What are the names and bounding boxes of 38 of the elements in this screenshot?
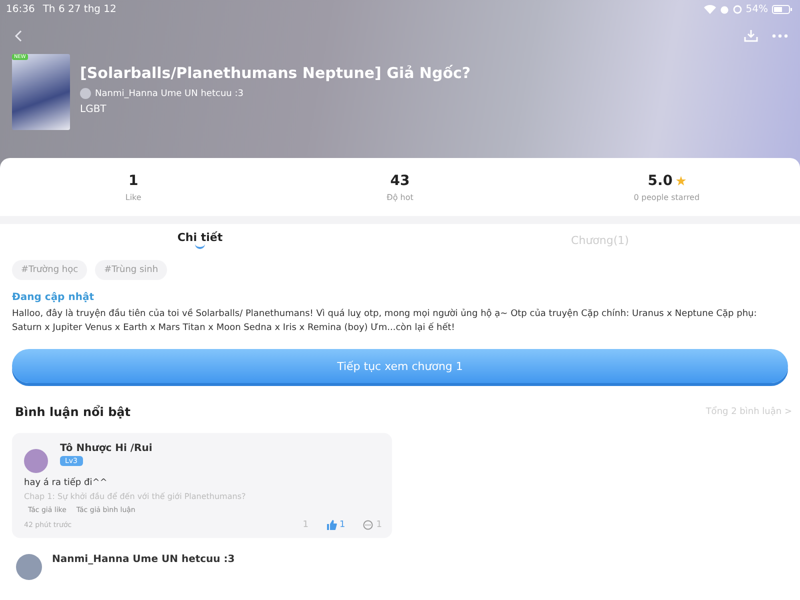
- download-icon[interactable]: [744, 30, 758, 42]
- comment-icon: [363, 520, 374, 530]
- author-avatar: [80, 88, 91, 99]
- lock-rotation-icon: [732, 4, 742, 14]
- tag[interactable]: #Trường học: [12, 260, 88, 280]
- status-time: 16:36: [6, 4, 35, 14]
- description-text: Halloo, đây là truyện đầu tiên của toi về Solarballs/ Planethumans! Vì quá luỵ otp, mong mọi người ủng hộ ạ~ Otp của truyện Cặp chính: Uranus x Neptune Cặp phụ: Saturn x Jupiter Venus x Earth x Mars Titan x Moon Sedna x Iris x Remina (boy) Ưm...còn lại ế hết!: [11, 307, 758, 335]
- count-text: 1: [302, 520, 309, 530]
- stat-label: Like: [124, 192, 142, 202]
- star-icon: [676, 176, 686, 186]
- user-name: Tô Nhược Hi /Rui: [60, 443, 152, 454]
- reply-button[interactable]: 1: [363, 520, 382, 530]
- stat-label: 0 people starred: [632, 192, 701, 202]
- wifi-icon: [704, 4, 716, 14]
- continue-reading-button[interactable]: Tiếp tục xem chương 1: [12, 349, 788, 383]
- thumbs-up-icon: [326, 520, 337, 530]
- category-label: LGBT: [80, 104, 108, 115]
- story-title: [Solarballs/Planethumans Neptune] Giả Ngốc?: [80, 64, 471, 82]
- user-avatar: [16, 554, 42, 580]
- like-button[interactable]: 1: [326, 520, 346, 530]
- section-title: Bình luận nổi bật: [15, 405, 130, 419]
- stat-label: Độ hot: [386, 192, 414, 202]
- chapter-reference[interactable]: Chap 1: Sự khởi đầu để đến với thế giới Planethumans?: [24, 492, 382, 501]
- status-date: Th 6 27 thg 12: [42, 4, 116, 14]
- tab[interactable]: Chi tiết: [0, 231, 400, 249]
- author-name[interactable]: Nanmi_Hanna Ume UN hetcuu :3: [95, 88, 244, 98]
- tag[interactable]: #Trùng sinh: [95, 260, 168, 280]
- stat-value: 43: [390, 172, 410, 188]
- more-icon[interactable]: [772, 34, 788, 38]
- user-name: Nanmi_Hanna Ume UN hetcuu :3: [52, 554, 235, 567]
- comment-text: hay á ra tiếp đi^^: [24, 478, 108, 488]
- stat-value: 5.0: [648, 172, 673, 188]
- battery-percent: 54%: [746, 4, 768, 14]
- stat-value: 1: [128, 172, 138, 188]
- user-avatar: [24, 449, 48, 473]
- alarm-icon: [720, 4, 729, 14]
- battery-icon: [772, 4, 792, 14]
- update-status: Đang cập nhật: [11, 291, 95, 305]
